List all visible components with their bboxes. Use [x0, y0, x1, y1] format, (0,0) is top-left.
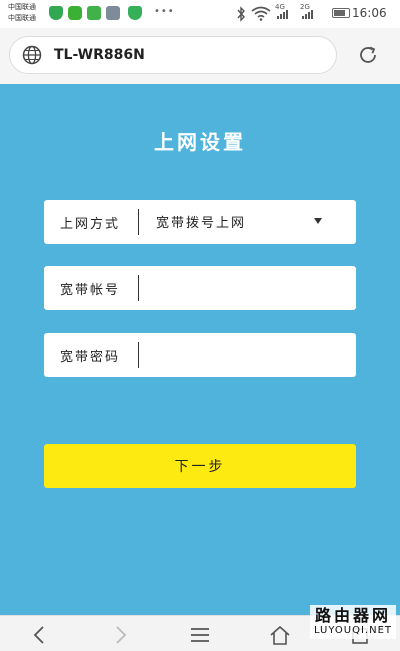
broadband-password-field: 宽带密码 [44, 333, 356, 377]
field-divider [138, 342, 139, 368]
wifi-icon [251, 6, 271, 21]
signal-icon [301, 7, 315, 19]
wechat-icon [68, 6, 82, 20]
broadband-account-field: 宽带帐号 [44, 266, 356, 310]
menu-icon[interactable] [188, 624, 212, 646]
next-button[interactable]: 下一步 [44, 444, 356, 488]
carrier-label: 中国联通 [8, 14, 36, 22]
signal-icon [276, 7, 290, 19]
image-icon [106, 6, 120, 20]
field-divider [138, 275, 139, 301]
shield-icon [49, 6, 63, 20]
field-divider [138, 209, 139, 235]
connection-type-label: 上网方式 [60, 217, 121, 232]
clock: 16:06 [352, 6, 387, 20]
calendar-icon [87, 6, 101, 20]
connection-type-value: 宽带拨号上网 [156, 216, 247, 231]
address-bar[interactable]: TL-WR886N [9, 36, 337, 74]
security-icon [128, 6, 142, 20]
broadband-account-label: 宽带帐号 [60, 283, 121, 298]
url-text: TL-WR886N [54, 47, 145, 63]
reload-icon[interactable] [357, 44, 379, 66]
page-title: 上网设置 [154, 130, 246, 154]
watermark-title: 路由器网 [314, 606, 391, 625]
broadband-account-input[interactable] [142, 272, 342, 304]
chevron-down-icon [314, 218, 322, 224]
forward-icon[interactable] [108, 624, 132, 646]
status-bar: 中国联通 中国联通 ••• 4G 2G 16:06 [0, 0, 400, 28]
broadband-password-label: 宽带密码 [60, 350, 121, 365]
battery-icon [332, 8, 350, 18]
globe-icon [22, 45, 42, 65]
site-watermark: 路由器网 LUYOUQI.NET [310, 605, 396, 639]
broadband-password-input[interactable] [142, 339, 342, 371]
carrier-info: 中国联通 中国联通 [8, 2, 48, 24]
back-icon[interactable] [28, 624, 52, 646]
connection-type-select[interactable]: 上网方式 宽带拨号上网 [44, 200, 356, 244]
home-icon[interactable] [268, 624, 292, 646]
bluetooth-icon [237, 6, 245, 22]
carrier-label: 中国联通 [8, 3, 36, 11]
more-notifications-icon: ••• [154, 6, 175, 17]
watermark-url: LUYOUQI.NET [313, 625, 393, 636]
browser-toolbar: TL-WR886N [0, 28, 400, 84]
